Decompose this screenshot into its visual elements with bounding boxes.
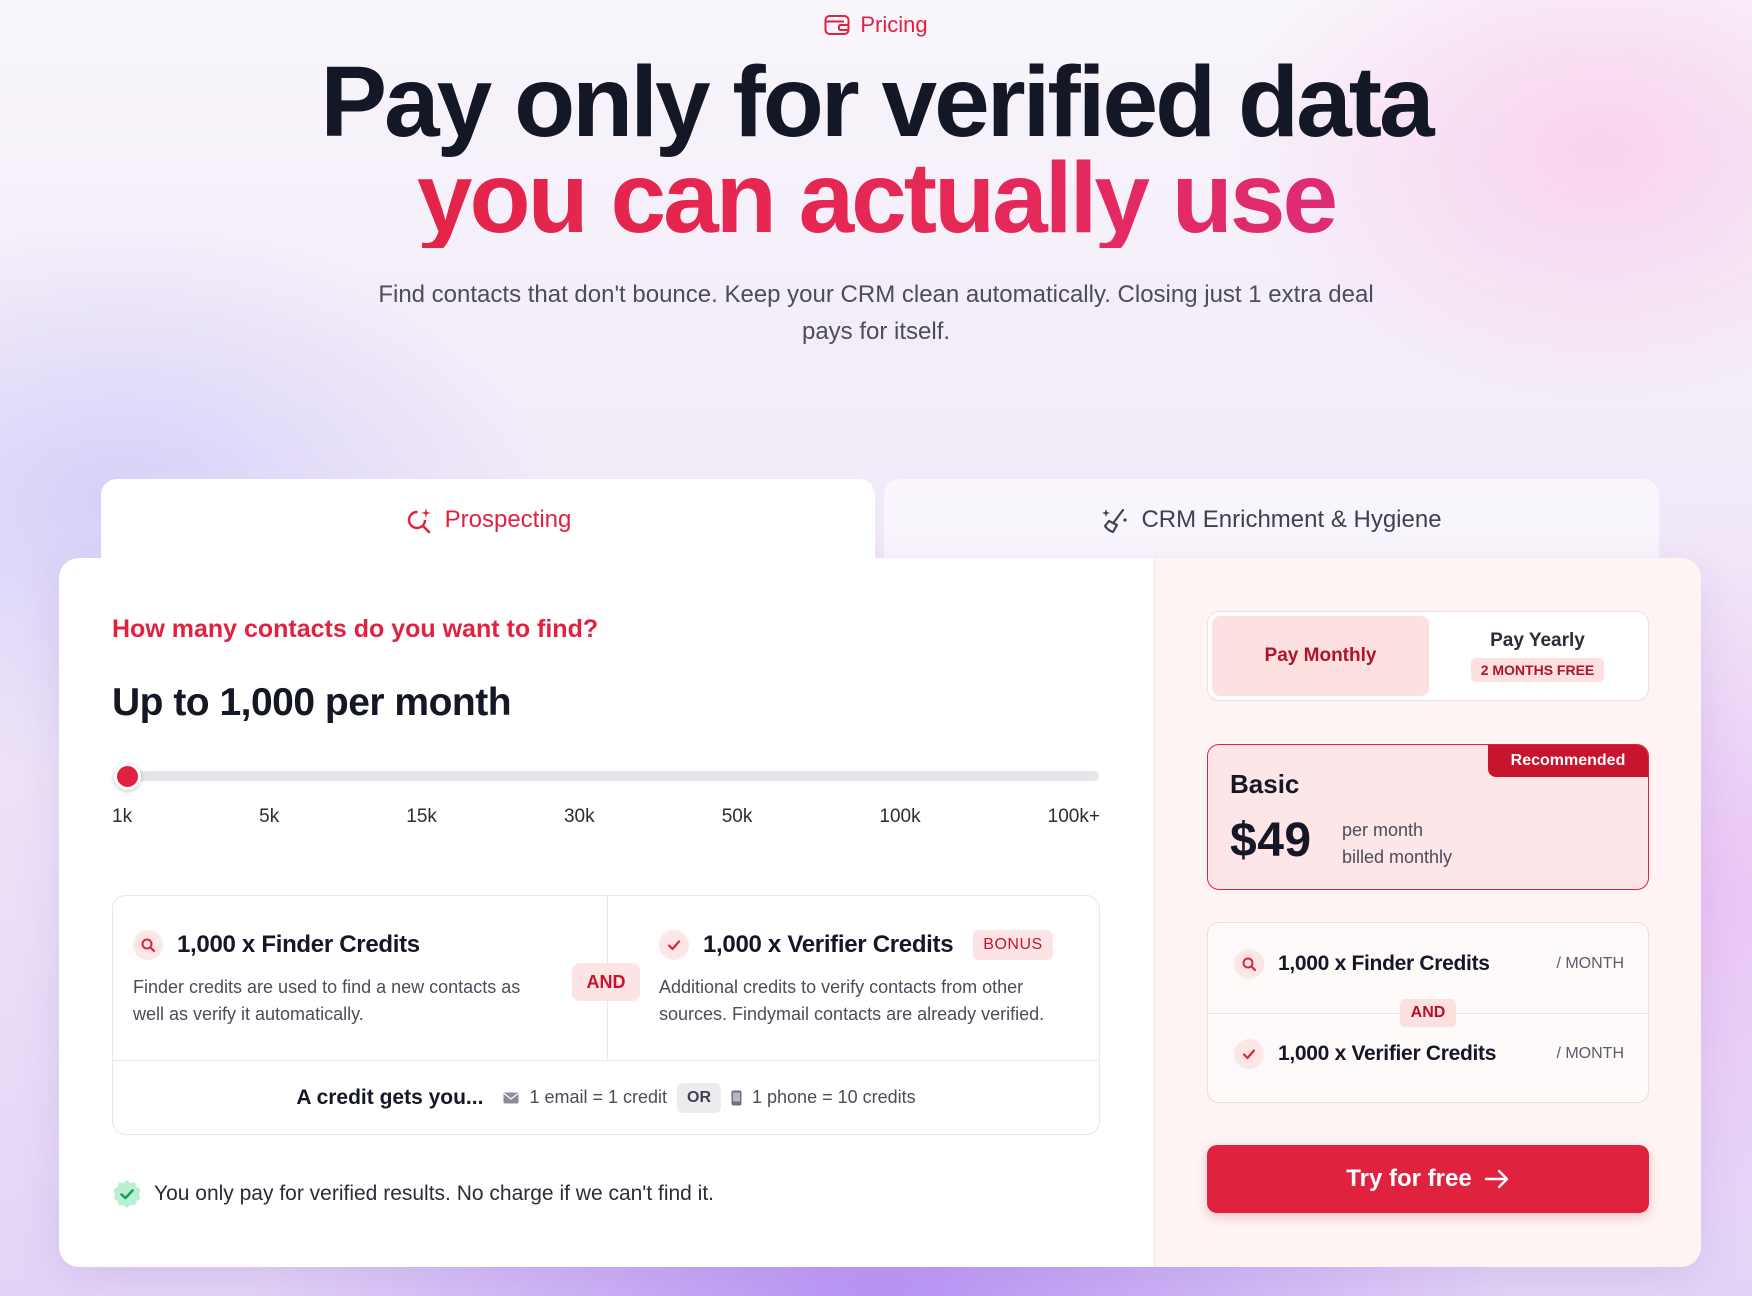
search-icon bbox=[133, 930, 163, 960]
tab-label: Prospecting bbox=[444, 506, 572, 533]
billing-toggle: Pay Monthly Pay Yearly 2 MONTHS FREE bbox=[1207, 611, 1649, 701]
wallet-icon bbox=[824, 14, 850, 36]
search-icon bbox=[1234, 949, 1264, 979]
per-month-unit: / MONTH bbox=[1556, 1045, 1624, 1062]
slider-tick[interactable]: 50k bbox=[722, 806, 753, 828]
credits-breakdown: 1,000 x Finder Credits Finder credits ar… bbox=[112, 895, 1100, 1135]
page-title-line2: you can actually use bbox=[0, 148, 1752, 248]
calculator-question: How many contacts do you want to find? bbox=[112, 615, 599, 643]
recommended-badge: Recommended bbox=[1488, 745, 1648, 777]
eyebrow-label: Pricing bbox=[860, 12, 928, 37]
finder-credits-title: 1,000 x Finder Credits bbox=[177, 931, 420, 958]
try-for-free-button[interactable]: Try for free bbox=[1207, 1145, 1649, 1213]
verifier-credits-title: 1,000 x Verifier Credits bbox=[703, 931, 954, 958]
included-finder-row: 1,000 x Finder Credits / MONTH bbox=[1234, 949, 1624, 979]
or-badge: OR bbox=[677, 1082, 722, 1113]
volume-slider-handle[interactable] bbox=[114, 763, 141, 790]
guarantee-note: You only pay for verified results. No ch… bbox=[112, 1179, 714, 1209]
months-free-badge: 2 MONTHS FREE bbox=[1470, 658, 1605, 682]
verified-badge-icon bbox=[112, 1179, 142, 1209]
verifier-credits: 1,000 x Verifier Credits BONUS Additiona… bbox=[659, 930, 1089, 1028]
search-sparkle-icon bbox=[405, 506, 433, 534]
plan-price: $49 bbox=[1230, 814, 1312, 867]
included-credits: 1,000 x Finder Credits / MONTH AND 1,000… bbox=[1207, 922, 1649, 1103]
price-period: per month billed monthly bbox=[1342, 817, 1452, 871]
and-badge: AND bbox=[1400, 999, 1456, 1027]
pay-monthly-option[interactable]: Pay Monthly bbox=[1212, 616, 1429, 696]
guarantee-text: You only pay for verified results. No ch… bbox=[154, 1182, 715, 1205]
check-icon bbox=[1234, 1039, 1264, 1069]
phone-icon bbox=[731, 1090, 742, 1106]
price-period-line1: per month bbox=[1342, 820, 1424, 840]
plan-name: Basic bbox=[1230, 769, 1300, 799]
slider-ticks: 1k 5k 15k 30k 50k 100k 100k+ bbox=[112, 806, 1100, 828]
credit-conversion: A credit gets you... 1 email = 1 credit … bbox=[113, 1060, 1099, 1135]
pay-monthly-label: Pay Monthly bbox=[1264, 645, 1377, 666]
subtitle-text: Find contacts that don't bounce. Keep yo… bbox=[378, 281, 1374, 345]
magic-broom-icon bbox=[1101, 506, 1129, 534]
email-rate: 1 email = 1 credit bbox=[529, 1087, 668, 1107]
slider-tick[interactable]: 100k+ bbox=[1048, 806, 1100, 828]
slider-tick[interactable]: 5k bbox=[259, 806, 279, 828]
arrow-right-icon bbox=[1484, 1169, 1510, 1189]
included-verifier-label: 1,000 x Verifier Credits bbox=[1278, 1042, 1497, 1065]
slider-tick[interactable]: 1k bbox=[112, 806, 132, 828]
phone-rate: 1 phone = 10 credits bbox=[752, 1087, 916, 1107]
bonus-badge: BONUS bbox=[973, 930, 1053, 960]
plan-panel: Pay Monthly Pay Yearly 2 MONTHS FREE Rec… bbox=[1154, 558, 1701, 1267]
per-month-unit: / MONTH bbox=[1556, 955, 1624, 972]
pay-yearly-option[interactable]: Pay Yearly 2 MONTHS FREE bbox=[1429, 616, 1646, 696]
tab-label: CRM Enrichment & Hygiene bbox=[1141, 506, 1442, 533]
finder-credits-desc: Finder credits are used to find a new co… bbox=[133, 977, 521, 1024]
envelope-icon bbox=[503, 1092, 519, 1104]
slider-tick[interactable]: 15k bbox=[406, 806, 437, 828]
pricing-eyebrow: Pricing bbox=[0, 12, 1752, 38]
credit-conversion-label: A credit gets you... bbox=[296, 1085, 484, 1109]
and-badge: AND bbox=[572, 963, 640, 1001]
plan-card[interactable]: Recommended Basic $49 per month billed m… bbox=[1207, 744, 1649, 890]
check-icon bbox=[659, 930, 689, 960]
pricing-card: How many contacts do you want to find? U… bbox=[59, 558, 1701, 1267]
page-title-line1: Pay only for verified data bbox=[320, 46, 1434, 158]
selected-volume: Up to 1,000 per month bbox=[112, 681, 512, 724]
tab-crm-enrichment[interactable]: CRM Enrichment & Hygiene bbox=[884, 479, 1659, 561]
cta-label: Try for free bbox=[1346, 1165, 1472, 1192]
verifier-credits-desc: Additional credits to verify contacts fr… bbox=[659, 977, 1045, 1024]
page-subtitle: Find contacts that don't bounce. Keep yo… bbox=[0, 276, 1752, 350]
included-finder-label: 1,000 x Finder Credits bbox=[1278, 952, 1490, 975]
slider-tick[interactable]: 30k bbox=[564, 806, 595, 828]
price-period-line2: billed monthly bbox=[1342, 847, 1453, 867]
slider-tick[interactable]: 100k bbox=[879, 806, 920, 828]
finder-credits: 1,000 x Finder Credits Finder credits ar… bbox=[133, 930, 553, 1028]
pay-yearly-label: Pay Yearly bbox=[1490, 630, 1585, 651]
volume-slider-track[interactable] bbox=[117, 771, 1099, 781]
included-verifier-row: 1,000 x Verifier Credits / MONTH bbox=[1234, 1039, 1624, 1069]
tab-prospecting[interactable]: Prospecting bbox=[101, 479, 875, 561]
calculator-panel: How many contacts do you want to find? U… bbox=[59, 558, 1154, 1267]
